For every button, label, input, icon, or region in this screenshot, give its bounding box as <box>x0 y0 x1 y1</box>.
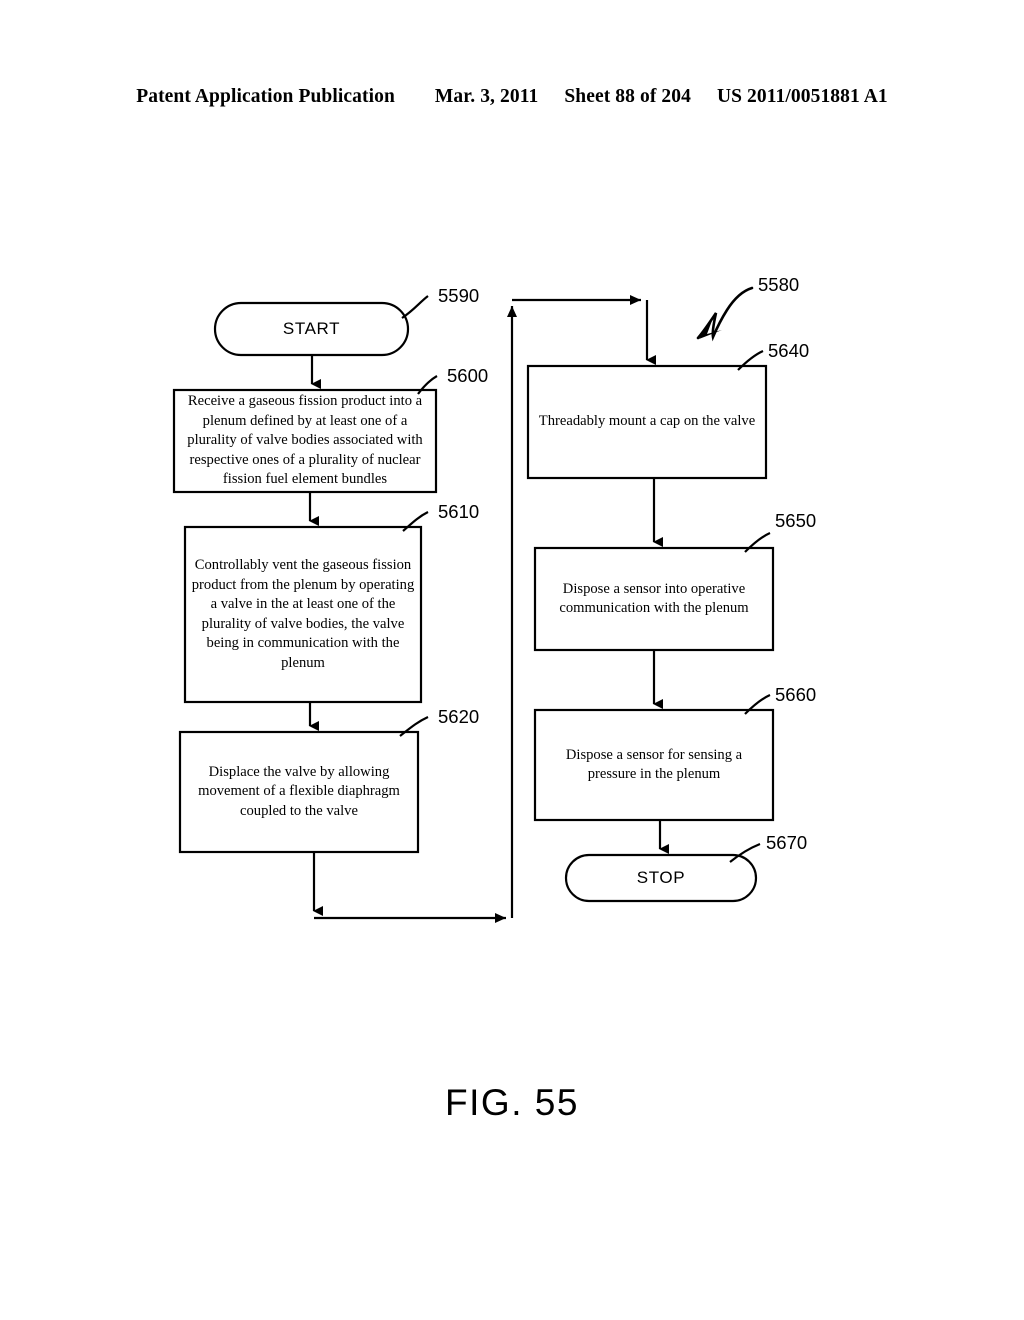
node-start-label: START <box>282 319 341 339</box>
ref-number-5590: 5590 <box>438 285 480 306</box>
ref-number-5670: 5670 <box>766 832 808 853</box>
node-5660-label: Dispose a sensor for sensing a pressure … <box>565 746 743 783</box>
node-5620-label: Displace the valve by allowing movement … <box>198 763 400 819</box>
node-5610-label: Controllably vent the gaseous fission pr… <box>191 557 415 671</box>
diagram-ref-arrow-5580 <box>696 286 754 342</box>
ref-number-5640: 5640 <box>768 340 810 361</box>
node-5640-label: Threadably mount a cap on the valve <box>538 413 756 430</box>
ref-number-5600: 5600 <box>447 365 489 386</box>
node-5600-label: Receive a gaseous fission product into a… <box>187 393 423 488</box>
ref-number-5650: 5650 <box>775 510 817 531</box>
figure-caption: FIG. 55 <box>445 1082 579 1123</box>
ref-number-5660: 5660 <box>775 684 817 705</box>
ref-number-5580: 5580 <box>758 274 800 295</box>
ref-number-5610: 5610 <box>438 501 480 522</box>
node-5650-label: Dispose a sensor into operative communic… <box>559 580 749 617</box>
ref-number-5620: 5620 <box>438 706 480 727</box>
flowchart-figure: START Receive a gaseous fission product … <box>0 0 1024 1320</box>
node-stop-label: STOP <box>636 868 686 888</box>
